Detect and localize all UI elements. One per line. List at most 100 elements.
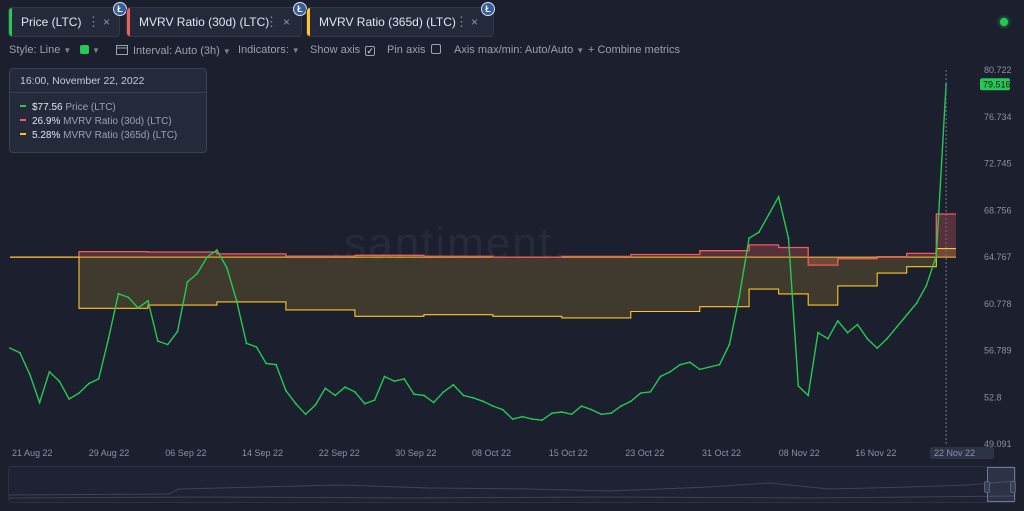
indicators-dropdown[interactable]: Indicators: ▼ <box>238 44 300 56</box>
date-tick-label: 14 Sep 22 <box>242 448 283 458</box>
style-dropdown[interactable]: Style: Line ▼ <box>9 44 71 56</box>
pin-axis-toggle[interactable]: Pin axis <box>387 44 441 56</box>
price-point <box>639 392 642 394</box>
tooltip-value: 26.9% <box>32 116 61 127</box>
chevron-down-icon: ▼ <box>222 47 231 56</box>
price-point <box>482 400 484 403</box>
price-point <box>748 237 750 240</box>
price-point <box>147 299 149 302</box>
price-point <box>334 394 337 397</box>
price-point <box>935 255 938 257</box>
show-axis-toggle[interactable]: Show axis ✓ <box>310 44 376 56</box>
price-point <box>915 302 918 305</box>
price-tick-label: 60.778 <box>984 299 1012 309</box>
price-tick-label: 68.756 <box>984 205 1012 215</box>
tooltip-divider <box>10 92 206 93</box>
litecoin-icon: Ł <box>293 2 307 16</box>
price-point <box>600 413 603 416</box>
close-icon[interactable]: × <box>471 15 478 29</box>
tooltip-label: MVRV Ratio (30d) (LTC) <box>63 116 172 127</box>
tab-color-bar <box>127 8 130 36</box>
date-tick-label: 31 Oct 22 <box>702 448 741 458</box>
price-point <box>403 378 406 380</box>
price-point <box>886 337 888 340</box>
price-point <box>767 213 770 216</box>
price-point <box>393 380 396 383</box>
price-point <box>48 370 51 373</box>
price-point <box>285 389 287 392</box>
price-point <box>492 405 494 407</box>
tab-mvrv-30d[interactable]: MVRV Ratio (30d) (LTC) ⋮ × Ł <box>126 2 307 37</box>
price-point <box>462 394 465 397</box>
price-point <box>777 195 780 198</box>
date-tick-label: 08 Oct 22 <box>472 448 511 458</box>
price-point <box>78 392 80 394</box>
price-point <box>570 413 573 416</box>
show-axis-checkbox[interactable]: ✓ <box>365 46 376 56</box>
chevron-down-icon: ▼ <box>92 46 100 55</box>
axis-minmax-dropdown[interactable]: Axis max/min: Auto/Auto ▼ <box>454 44 584 56</box>
price-point <box>718 363 721 366</box>
combine-metrics-button[interactable]: + Combine metrics <box>588 44 680 56</box>
price-point <box>235 299 238 302</box>
price-point <box>787 237 790 240</box>
price-point <box>689 361 691 364</box>
price-point <box>807 394 810 397</box>
date-tick-label: 21 Aug 22 <box>12 448 53 458</box>
price-point <box>265 362 268 365</box>
menu-icon[interactable]: ⋮ <box>265 14 278 30</box>
date-tick-label: 22 Nov 22 <box>934 448 975 458</box>
price-point <box>324 387 327 390</box>
price-point <box>541 419 543 422</box>
price-point <box>19 351 21 354</box>
pin-axis-checkbox[interactable] <box>430 44 441 54</box>
legend-swatch <box>20 133 26 135</box>
price-point <box>68 398 70 400</box>
litecoin-icon: Ł <box>481 2 495 16</box>
tooltip-label: MVRV Ratio (365d) (LTC) <box>63 130 178 141</box>
style-label: Style: Line <box>9 44 61 56</box>
menu-icon[interactable]: ⋮ <box>455 14 468 30</box>
price-point <box>423 394 425 397</box>
price-point <box>344 386 346 388</box>
litecoin-icon: Ł <box>113 2 127 16</box>
price-point <box>206 256 209 258</box>
tab-price-ltc[interactable]: Price (LTC) ⋮ × Ł <box>8 2 127 37</box>
navigator-right-handle[interactable] <box>1010 481 1016 493</box>
price-point <box>698 368 701 371</box>
tooltip-value: $77.56 <box>32 102 63 113</box>
price-point <box>275 363 277 366</box>
price-point <box>758 231 760 234</box>
price-tick-label: 72.745 <box>984 159 1012 169</box>
close-icon[interactable]: × <box>283 15 290 29</box>
price-point <box>610 412 612 415</box>
price-point <box>836 320 839 322</box>
range-navigator[interactable] <box>8 466 1016 503</box>
close-icon[interactable]: × <box>103 15 110 29</box>
menu-icon[interactable]: ⋮ <box>87 14 100 30</box>
price-point <box>255 346 258 348</box>
price-point <box>294 402 297 405</box>
color-picker[interactable]: ▼ <box>80 44 100 56</box>
price-point <box>866 337 869 340</box>
date-tick-label: 15 Oct 22 <box>549 448 588 458</box>
combine-metrics-label: + Combine metrics <box>588 44 681 56</box>
price-point <box>225 266 228 269</box>
price-point <box>896 325 898 328</box>
tab-label: Price (LTC) <box>21 15 82 29</box>
legend-swatch <box>20 119 26 121</box>
price-point <box>629 400 632 403</box>
tooltip-label: Price (LTC) <box>65 102 116 113</box>
navigator-left-handle[interactable] <box>984 481 990 493</box>
tab-mvrv-365d[interactable]: MVRV Ratio (365d) (LTC) ⋮ × Ł <box>306 2 495 37</box>
interval-dropdown[interactable]: Interval: Auto (3h) ▼ <box>116 44 231 57</box>
price-point <box>876 347 879 349</box>
date-tick-label: 29 Aug 22 <box>89 448 130 458</box>
price-point <box>797 385 800 387</box>
price-point <box>58 380 61 383</box>
interval-label: Interval: Auto (3h) <box>133 45 220 57</box>
tooltip-value: 5.28% <box>32 130 61 141</box>
current-price-label: 79.516 <box>983 79 1011 89</box>
price-point <box>905 314 908 316</box>
price-tick-label: 64.767 <box>984 252 1012 262</box>
